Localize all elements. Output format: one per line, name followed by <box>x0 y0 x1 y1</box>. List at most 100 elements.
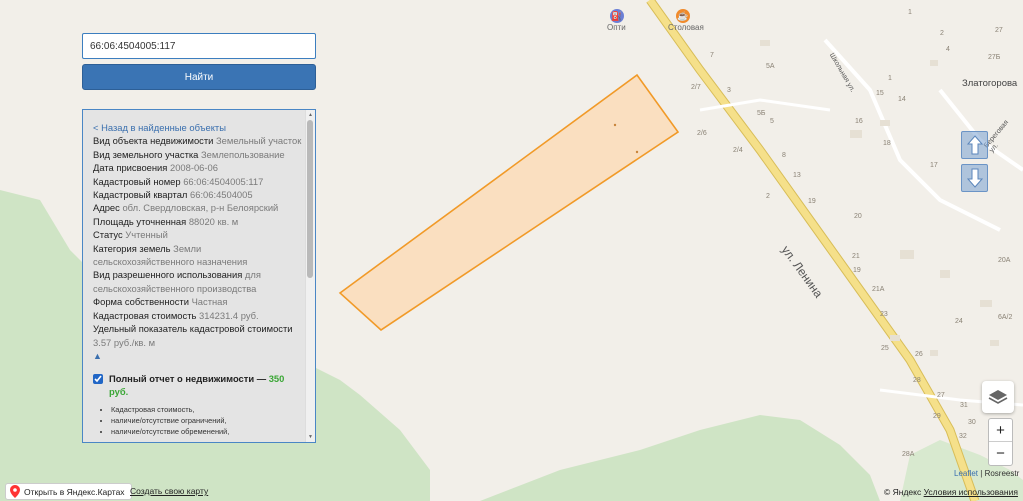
list-item: наличие/отсутствие обременений, <box>111 426 305 437</box>
info-row-label: Кадастровая стоимость <box>93 309 197 321</box>
copyright: © Яндекс Условия использования <box>884 487 1018 497</box>
info-row: Форма собственности Частная <box>93 295 305 308</box>
info-row-label: Дата присвоения <box>93 162 168 174</box>
info-row-value: Земельный участок <box>216 135 302 147</box>
house-number: 18 <box>883 140 891 147</box>
info-row: Площадь уточненная 88020 кв. м <box>93 215 305 228</box>
house-number: 4 <box>946 46 950 53</box>
collapse-arrow-icon[interactable]: ▲ <box>93 350 305 363</box>
house-number: 16 <box>855 118 863 125</box>
info-row-value: обл. Свердловская, р-н Белоярский <box>122 202 279 214</box>
cafe-icon[interactable]: ☕ <box>676 9 690 23</box>
info-row-value: 88020 кв. м <box>188 215 239 227</box>
house-number: 21 <box>852 253 860 260</box>
house-number: 7 <box>710 52 714 59</box>
layers-button[interactable] <box>982 381 1014 413</box>
house-number: 2/7 <box>691 84 701 91</box>
full-report-checkbox[interactable] <box>93 374 103 385</box>
info-row-label: Кадастровый номер <box>93 175 181 187</box>
open-in-yandex-label: Открыть в Яндекс.Картах <box>24 486 125 497</box>
arrow-down-icon <box>966 168 983 188</box>
info-row-label: Адрес <box>93 202 120 214</box>
info-row-value: 314231.4 руб. <box>199 309 259 321</box>
arrow-up-icon <box>966 135 983 155</box>
poi-label-opti: Опти <box>607 23 626 32</box>
house-number: 20 <box>854 213 862 220</box>
info-row-value: 3.57 руб./кв. м <box>93 336 156 348</box>
info-row: Категория земель Земли сельскохозяйствен… <box>93 242 305 269</box>
plot-marker-1 <box>613 123 617 127</box>
object-info-panel: < Назад в найденные объекты Вид объекта … <box>82 109 316 443</box>
info-row-label: Кадастровый квартал <box>93 189 188 201</box>
house-number: 2/4 <box>733 147 743 154</box>
house-number: 2 <box>766 193 770 200</box>
house-number: 25 <box>881 345 889 352</box>
house-number: 19 <box>808 198 816 205</box>
house-number: 17 <box>930 162 938 169</box>
info-row-label: Вид объекта недвижимости <box>93 135 214 147</box>
info-row: Кадастровый номер 66:06:4504005:117 <box>93 175 305 188</box>
scrollbar-thumb[interactable] <box>307 120 313 278</box>
info-row: Дата присвоения 2008-06-06 <box>93 161 305 174</box>
full-report-title: Полный отчет о недвижимости — 350 руб. <box>109 372 305 398</box>
info-row: Статус Учтенный <box>93 228 305 241</box>
scroll-up-icon[interactable]: ▲ <box>308 112 313 118</box>
house-number: 13 <box>793 172 801 179</box>
cadastral-search-input[interactable] <box>82 33 316 59</box>
map-pin-icon <box>10 485 20 498</box>
scroll-down-icon[interactable]: ▼ <box>308 434 313 440</box>
rosreestr-credit: Rosreestr <box>984 469 1020 478</box>
zoom-in-button[interactable]: + <box>989 419 1012 442</box>
copyright-text: © Яндекс <box>884 487 922 497</box>
zoom-control: + − <box>988 418 1013 466</box>
info-row-value: Частная <box>191 296 228 308</box>
info-row-label: Форма собственности <box>93 296 189 308</box>
open-in-yandex-button[interactable]: Открыть в Яндекс.Картах <box>5 483 132 500</box>
list-item: наличие/отсутствие ограничений, <box>111 415 305 426</box>
house-number: 28А <box>902 451 915 458</box>
info-row-value: Землепользование <box>201 148 285 160</box>
house-number: 32 <box>959 433 967 440</box>
leaflet-link[interactable]: Leaflet <box>954 469 978 478</box>
house-number: 8 <box>782 152 786 159</box>
house-number: 5 <box>770 118 774 125</box>
house-number: 1 <box>888 75 892 82</box>
layers-icon <box>988 390 1008 404</box>
info-row-value: 2008-06-06 <box>169 162 218 174</box>
house-number: 29 <box>933 413 941 420</box>
info-rows: Вид объекта недвижимости Земельный участ… <box>93 134 305 349</box>
house-number: 28 <box>913 377 921 384</box>
info-row: Кадастровый квартал 66:06:4504005 <box>93 188 305 201</box>
house-number: 2 <box>940 30 944 37</box>
poi-label-stolovaya: Столовая <box>668 23 704 32</box>
terms-of-use-link[interactable]: Условия использования <box>924 487 1018 497</box>
house-number: 3 <box>727 87 731 94</box>
house-number: 27Б <box>988 54 1001 61</box>
info-row-value: 66:06:4504005 <box>190 189 253 201</box>
plot-marker-2 <box>635 150 639 154</box>
find-button[interactable]: Найти <box>82 64 316 90</box>
report-contents-list: Кадастровая стоимость, наличие/отсутстви… <box>93 404 305 437</box>
house-number: 19 <box>853 267 861 274</box>
info-scrollbar[interactable]: ▲ ▼ <box>305 110 315 442</box>
list-item: Кадастровая стоимость, <box>111 404 305 415</box>
info-row: Вид земельного участка Землепользование <box>93 148 305 161</box>
create-map-link[interactable]: Создать свою карту <box>130 486 208 496</box>
bottom-bar: Открыть в Яндекс.Картах Создать свою кар… <box>0 481 1023 501</box>
back-to-results-link[interactable]: < Назад в найденные объекты <box>93 121 305 134</box>
info-row-value: Учтенный <box>125 229 168 241</box>
info-row-label: Вид разрешенного использования <box>93 269 243 281</box>
info-row: Удельный показатель кадастровой стоимост… <box>93 322 305 349</box>
info-row-value: 66:06:4504005:117 <box>183 175 264 187</box>
pan-down-button[interactable] <box>961 164 988 192</box>
zoom-out-button[interactable]: − <box>989 442 1012 465</box>
info-content: < Назад в найденные объекты Вид объекта … <box>83 110 305 442</box>
full-report-option[interactable]: Полный отчет о недвижимости — 350 руб. <box>93 372 305 398</box>
house-number: 14 <box>898 96 906 103</box>
house-number: 23 <box>880 311 888 318</box>
house-number: 27 <box>995 27 1003 34</box>
house-number: 15 <box>876 90 884 97</box>
house-number: 20А <box>998 257 1011 264</box>
pan-up-button[interactable] <box>961 131 988 159</box>
fuel-icon[interactable]: ⛽ <box>610 9 624 23</box>
